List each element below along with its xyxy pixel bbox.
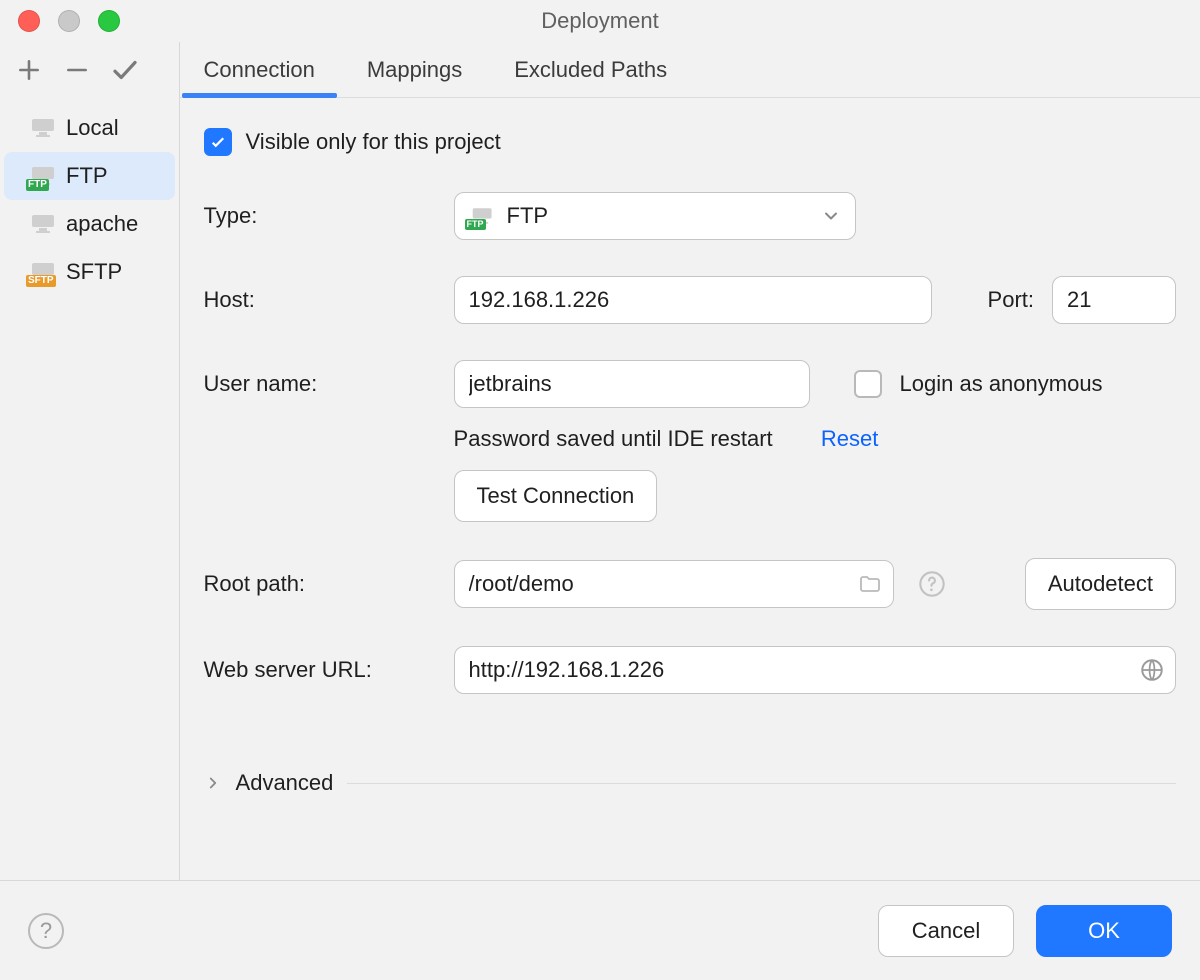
host-input-field[interactable] [469, 277, 917, 323]
sidebar-item-ftp[interactable]: FTP FTP [4, 152, 175, 200]
web-server-url-label: Web server URL: [204, 657, 436, 683]
type-label: Type: [204, 203, 436, 229]
sidebar-item-label: SFTP [66, 259, 122, 285]
autodetect-button[interactable]: Autodetect [1025, 558, 1176, 610]
anonymous-checkbox[interactable] [854, 370, 882, 398]
sidebar-item-local[interactable]: Local [0, 104, 179, 152]
ok-button[interactable]: OK [1036, 905, 1172, 957]
add-icon[interactable] [14, 55, 44, 85]
sidebar-item-label: FTP [66, 163, 108, 189]
advanced-label: Advanced [236, 770, 334, 796]
window-zoom-icon[interactable] [98, 10, 120, 32]
ftp-badge-icon: FTP [26, 179, 49, 191]
sidebar-toolbar [0, 42, 179, 98]
advanced-section-toggle[interactable]: Advanced [204, 770, 1176, 796]
tab-connection[interactable]: Connection [204, 42, 315, 97]
server-icon [30, 213, 58, 235]
visible-only-checkbox-row[interactable]: Visible only for this project [204, 128, 1176, 156]
tabs: Connection Mappings Excluded Paths [180, 42, 1200, 98]
checkbox-checked-icon[interactable] [204, 128, 232, 156]
cancel-button[interactable]: Cancel [878, 905, 1014, 957]
chevron-down-icon [821, 206, 841, 226]
web-server-url-input[interactable] [454, 646, 1176, 694]
titlebar: Deployment [0, 0, 1200, 42]
tab-excluded-paths[interactable]: Excluded Paths [514, 42, 667, 97]
window-close-icon[interactable] [18, 10, 40, 32]
host-label: Host: [204, 287, 436, 313]
sidebar-item-label: apache [66, 211, 138, 237]
root-path-input-field[interactable] [469, 561, 847, 607]
host-input[interactable] [454, 276, 932, 324]
dialog-footer: ? Cancel OK [0, 880, 1200, 980]
anonymous-label: Login as anonymous [900, 371, 1103, 397]
sidebar: Local FTP FTP [0, 42, 180, 880]
chevron-right-icon [204, 774, 222, 792]
divider [347, 783, 1176, 784]
open-in-browser-icon[interactable] [1137, 655, 1167, 685]
sidebar-item-apache[interactable]: apache [0, 200, 179, 248]
server-list: Local FTP FTP [0, 98, 179, 296]
username-input-field[interactable] [469, 361, 795, 407]
port-label: Port: [988, 287, 1034, 313]
help-icon[interactable] [912, 564, 952, 604]
root-path-label: Root path: [204, 571, 436, 597]
help-icon[interactable]: ? [28, 913, 64, 949]
visible-only-label: Visible only for this project [246, 129, 501, 155]
content-panel: Connection Mappings Excluded Paths Visib… [180, 42, 1200, 880]
username-input[interactable] [454, 360, 810, 408]
server-ftp-icon: FTP [30, 165, 58, 187]
server-ftp-icon: FTP [469, 206, 497, 226]
server-icon [30, 117, 58, 139]
browse-folder-icon[interactable] [855, 569, 885, 599]
window-title: Deployment [541, 8, 658, 34]
root-path-input[interactable] [454, 560, 894, 608]
type-select[interactable]: FTP FTP [454, 192, 856, 240]
sftp-badge-icon: SFTP [26, 275, 56, 287]
remove-icon[interactable] [62, 55, 92, 85]
web-server-url-input-field[interactable] [469, 647, 1129, 693]
traffic-lights [18, 0, 120, 42]
password-saved-text: Password saved until IDE restart [454, 426, 773, 452]
set-default-check-icon[interactable] [110, 55, 140, 85]
sidebar-item-label: Local [66, 115, 119, 141]
test-connection-button[interactable]: Test Connection [454, 470, 658, 522]
window-minimize-icon[interactable] [58, 10, 80, 32]
port-input-field[interactable] [1067, 277, 1161, 323]
tab-mappings[interactable]: Mappings [367, 42, 462, 97]
type-value: FTP [507, 203, 549, 229]
reset-password-link[interactable]: Reset [821, 426, 878, 452]
username-label: User name: [204, 371, 436, 397]
port-input[interactable] [1052, 276, 1176, 324]
server-sftp-icon: SFTP [30, 261, 58, 283]
ftp-badge-icon: FTP [465, 219, 486, 230]
sidebar-item-sftp[interactable]: SFTP SFTP [0, 248, 179, 296]
